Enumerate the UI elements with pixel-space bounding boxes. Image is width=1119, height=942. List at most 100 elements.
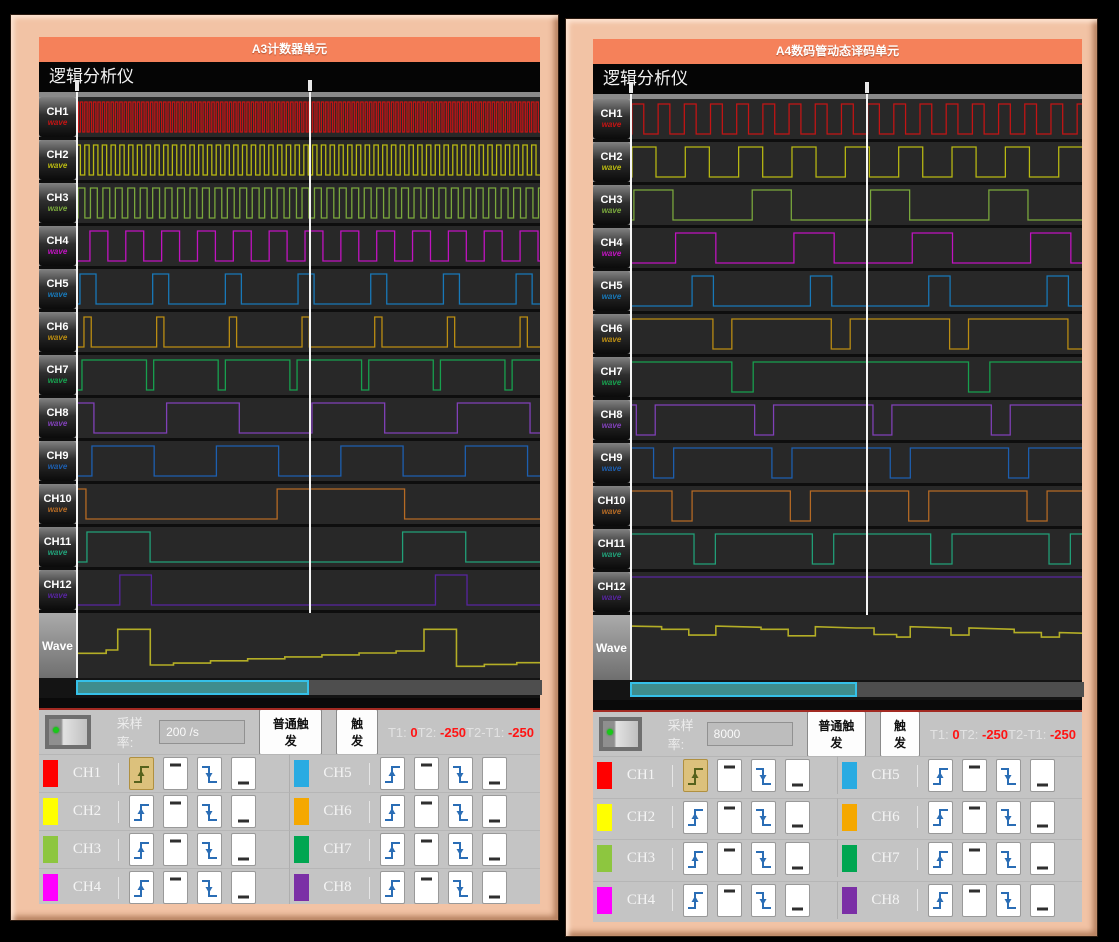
channel-label[interactable]: CH7wave (593, 357, 630, 397)
high-level-button[interactable] (163, 757, 188, 790)
rising-edge-button[interactable] (928, 842, 953, 875)
scrollbar[interactable] (39, 678, 540, 698)
high-level-button[interactable] (717, 884, 742, 917)
trigger-button[interactable]: 触发 (336, 710, 378, 755)
high-level-button[interactable] (414, 795, 439, 828)
channel-label[interactable]: CH12wave (39, 570, 76, 610)
sample-rate-input[interactable] (707, 722, 793, 746)
falling-edge-button[interactable] (751, 842, 776, 875)
channel-label[interactable]: CH3wave (593, 185, 630, 225)
channel-label[interactable]: CH7wave (39, 355, 76, 395)
low-level-button[interactable] (231, 795, 256, 828)
channel-label[interactable]: CH8wave (593, 400, 630, 440)
low-level-button[interactable] (1030, 842, 1055, 875)
falling-edge-button[interactable] (751, 759, 776, 792)
sample-rate-input[interactable] (159, 720, 245, 744)
falling-edge-button[interactable] (751, 884, 776, 917)
cursor-t2-handle[interactable] (308, 80, 312, 91)
falling-edge-button[interactable] (996, 842, 1021, 875)
channel-label[interactable]: CH1wave (39, 97, 76, 137)
low-level-button[interactable] (785, 759, 810, 792)
channel-label[interactable]: CH10wave (39, 484, 76, 524)
low-level-button[interactable] (482, 795, 507, 828)
low-level-button[interactable] (482, 757, 507, 790)
rising-edge-button[interactable] (683, 759, 708, 792)
channel-label[interactable]: CH3wave (39, 183, 76, 223)
falling-edge-button[interactable] (197, 757, 222, 790)
low-level-button[interactable] (785, 884, 810, 917)
high-level-button[interactable] (414, 757, 439, 790)
high-level-button[interactable] (717, 801, 742, 834)
falling-edge-button[interactable] (996, 801, 1021, 834)
cursor-t1-line[interactable] (76, 92, 78, 678)
window-titlebar[interactable]: A3计数器单元 (39, 37, 540, 62)
scrollbar-track[interactable] (630, 682, 1084, 697)
high-level-button[interactable] (962, 884, 987, 917)
cursor-t2-line[interactable] (309, 92, 311, 613)
rising-edge-button[interactable] (129, 795, 154, 828)
scrollbar-track[interactable] (76, 680, 542, 695)
falling-edge-button[interactable] (996, 884, 1021, 917)
rising-edge-button[interactable] (928, 759, 953, 792)
channel-label[interactable]: CH5wave (39, 269, 76, 309)
power-switch[interactable] (45, 715, 91, 749)
rising-edge-button[interactable] (928, 884, 953, 917)
cursor-t1-handle[interactable] (75, 80, 79, 91)
rising-edge-button[interactable] (928, 801, 953, 834)
rising-edge-button[interactable] (683, 842, 708, 875)
low-level-button[interactable] (785, 801, 810, 834)
high-level-button[interactable] (962, 759, 987, 792)
falling-edge-button[interactable] (197, 795, 222, 828)
rising-edge-button[interactable] (380, 833, 405, 866)
falling-edge-button[interactable] (448, 833, 473, 866)
channel-label[interactable]: CH1wave (593, 99, 630, 139)
normal-trigger-button[interactable]: 普通触发 (259, 710, 322, 755)
cursor-t1-handle[interactable] (629, 82, 633, 93)
channel-label[interactable]: CH6wave (593, 314, 630, 354)
high-level-button[interactable] (414, 833, 439, 866)
power-switch[interactable] (599, 717, 642, 751)
channel-label[interactable]: CH4wave (39, 226, 76, 266)
low-level-button[interactable] (482, 833, 507, 866)
rising-edge-button[interactable] (683, 801, 708, 834)
channel-label[interactable]: CH6wave (39, 312, 76, 352)
cursor-t2-handle[interactable] (865, 82, 869, 93)
channel-label[interactable]: CH11wave (593, 529, 630, 569)
rising-edge-button[interactable] (380, 795, 405, 828)
low-level-button[interactable] (231, 871, 256, 904)
trigger-button[interactable]: 触发 (880, 712, 920, 757)
channel-label[interactable]: CH12wave (593, 572, 630, 612)
scrollbar-thumb[interactable] (76, 680, 309, 695)
falling-edge-button[interactable] (448, 871, 473, 904)
low-level-button[interactable] (1030, 884, 1055, 917)
low-level-button[interactable] (1030, 759, 1055, 792)
falling-edge-button[interactable] (197, 871, 222, 904)
low-level-button[interactable] (231, 833, 256, 866)
high-level-button[interactable] (962, 801, 987, 834)
rising-edge-button[interactable] (129, 757, 154, 790)
channel-label[interactable]: CH9wave (39, 441, 76, 481)
low-level-button[interactable] (482, 871, 507, 904)
channel-label[interactable]: CH9wave (593, 443, 630, 483)
scrollbar-thumb[interactable] (630, 682, 857, 697)
high-level-button[interactable] (717, 842, 742, 875)
low-level-button[interactable] (1030, 801, 1055, 834)
falling-edge-button[interactable] (751, 801, 776, 834)
cursor-t1-line[interactable] (630, 94, 632, 680)
channel-label[interactable]: CH4wave (593, 228, 630, 268)
falling-edge-button[interactable] (448, 795, 473, 828)
rising-edge-button[interactable] (380, 757, 405, 790)
falling-edge-button[interactable] (197, 833, 222, 866)
scrollbar[interactable] (593, 680, 1082, 700)
high-level-button[interactable] (414, 871, 439, 904)
high-level-button[interactable] (962, 842, 987, 875)
channel-label[interactable]: CH2wave (593, 142, 630, 182)
channel-label[interactable]: CH11wave (39, 527, 76, 567)
channel-label[interactable]: CH8wave (39, 398, 76, 438)
normal-trigger-button[interactable]: 普通触发 (807, 712, 867, 757)
low-level-button[interactable] (231, 757, 256, 790)
high-level-button[interactable] (163, 795, 188, 828)
rising-edge-button[interactable] (129, 871, 154, 904)
low-level-button[interactable] (785, 842, 810, 875)
rising-edge-button[interactable] (683, 884, 708, 917)
